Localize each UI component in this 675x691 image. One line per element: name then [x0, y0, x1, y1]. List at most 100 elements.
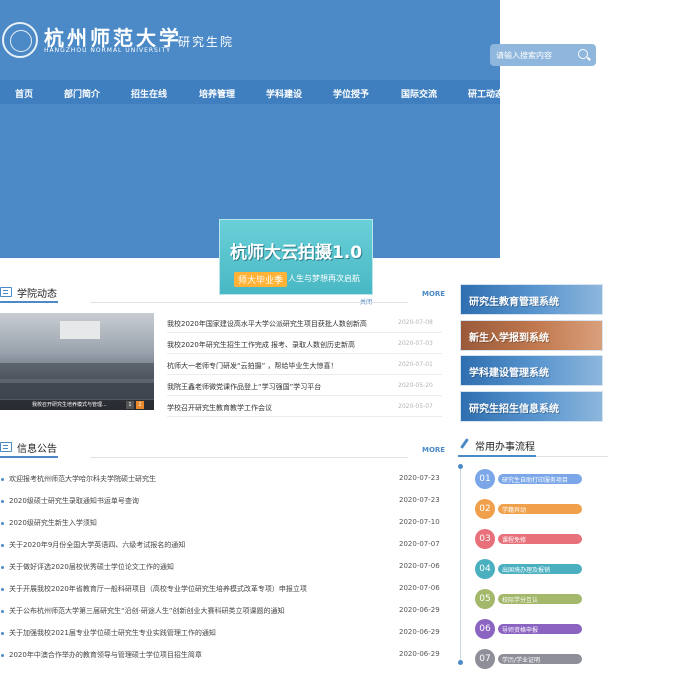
- admissions-info-system-button[interactable]: 研究生招生信息系统: [460, 391, 603, 422]
- news-item-date: 2020-05-20: [398, 382, 433, 389]
- step-label-bar: 学籍异动: [498, 504, 582, 514]
- notices-icon: [0, 442, 12, 452]
- news-item-date: 2020-07-01: [398, 361, 433, 368]
- step-label-bar: 课程免修: [498, 534, 582, 544]
- step-number: 07: [475, 649, 495, 669]
- notice-item[interactable]: 关于2020年9月份全国大学英语四、六级考试报名的通知 2020-07-07: [0, 536, 446, 558]
- pencil-icon: [458, 438, 470, 450]
- nav-item-discipline[interactable]: 学科建设: [266, 87, 302, 100]
- notice-item[interactable]: 关于公布杭州师范大学第三届研究生“沿创·研途人生”创新创业大赛科研类立项课题的通…: [0, 602, 446, 624]
- nav-item-department[interactable]: 部门简介: [64, 87, 100, 100]
- notice-item[interactable]: 关于加强我校2021届专业学位硕士研究生专业实践管理工作的通知 2020-06-…: [0, 624, 446, 646]
- nav-item-degree[interactable]: 学位授予: [333, 87, 369, 100]
- notice-title[interactable]: 欢迎报考杭州师范大学哈尔科夫学院硕士研究生: [9, 474, 156, 484]
- notice-date: 2020-06-29: [399, 628, 440, 636]
- university-logo[interactable]: 杭州师范大学 HANGZHOU NORMAL UNIVERSITY: [2, 20, 179, 60]
- system-button-label: 新生入学报到系统: [469, 333, 549, 344]
- news-item[interactable]: 学校召开研究生教育教学工作会议 2020-05-07: [167, 397, 442, 417]
- timeline-dot: [458, 464, 463, 469]
- university-seal-icon: [2, 22, 38, 58]
- nav-item-news[interactable]: 研工动态: [468, 87, 500, 100]
- photo-audience-row: [0, 363, 154, 379]
- notice-item[interactable]: 2020级硕士研究生录取通知书运单号查询 2020-07-23: [0, 492, 446, 514]
- bullet-icon: [1, 610, 4, 613]
- step-number: 01: [475, 469, 495, 489]
- process-heading-underline: [458, 455, 536, 457]
- system-button-label: 学科建设管理系统: [469, 368, 549, 379]
- notice-title[interactable]: 关于2020年9月份全国大学英语四、六级考试报名的通知: [9, 540, 185, 550]
- process-timeline: [460, 467, 461, 665]
- ad-title: 杭师大云拍摄1.0: [230, 243, 363, 263]
- notice-title[interactable]: 2020级研究生新生入学须知: [9, 518, 97, 528]
- news-item[interactable]: 杭师大一老师专门研发“云拍摄” ，帮给毕业生大惊喜！ 2020-07-01: [167, 355, 442, 375]
- news-item-title[interactable]: 我校2020年研究生招生工作完成 报考、录取人数创历史新高: [167, 340, 355, 350]
- nav-item-international[interactable]: 国际交流: [401, 87, 437, 100]
- news-more-link[interactable]: MORE: [422, 290, 445, 298]
- notice-title[interactable]: 关于做好评选2020届校优秀硕士学位论文工作的通知: [9, 562, 174, 572]
- notice-title[interactable]: 关于开展我校2020年省教育厅一般科研项目（高校专业学位研究生培养模式改革专项）…: [9, 584, 307, 594]
- photo-pager-1[interactable]: 1: [126, 401, 134, 409]
- news-item-date: 2020-07-08: [398, 319, 433, 326]
- news-item-title[interactable]: 我院王鑫老师微党课作品登上“学习强国”学习平台: [167, 382, 321, 392]
- step-label: 导师资格申报: [502, 627, 539, 634]
- news-item-title[interactable]: 我校2020年国家建设高水平大学公派研究生项目获批人数创新高: [167, 319, 367, 329]
- news-heading: 学院动态: [17, 289, 57, 300]
- news-item[interactable]: 我校2020年国家建设高水平大学公派研究生项目获批人数创新高 2020-07-0…: [167, 313, 442, 333]
- page: 杭州师范大学 HANGZHOU NORMAL UNIVERSITY 研究生院 首…: [0, 0, 675, 691]
- discipline-management-system-button[interactable]: 学科建设管理系统: [460, 355, 603, 386]
- photo-caption-text: 我校召开研究生培养模式与管理...: [32, 402, 107, 408]
- step-label-bar: 学历/学业证明: [498, 654, 582, 664]
- notice-item[interactable]: 2020级研究生新生入学须知 2020-07-10: [0, 514, 446, 536]
- bullet-icon: [1, 500, 4, 503]
- notice-title[interactable]: 关于加强我校2021届专业学位硕士研究生专业实践管理工作的通知: [9, 628, 216, 638]
- photo-audience-row: [0, 383, 154, 399]
- step-label: 研究生自助打印服务项目: [502, 477, 569, 484]
- news-item-title[interactable]: 学校召开研究生教育教学工作会议: [167, 403, 272, 413]
- photo-projector-screen: [60, 321, 100, 339]
- step-label: 学籍异动: [502, 507, 527, 514]
- notice-date: 2020-07-23: [399, 474, 440, 482]
- bullet-icon: [1, 566, 4, 569]
- notice-date: 2020-06-29: [399, 606, 440, 614]
- news-photo[interactable]: 我校召开研究生培养模式与管理... 1 2: [0, 313, 154, 410]
- step-label: 校际学分互认: [502, 597, 539, 604]
- nav-item-home[interactable]: 首页: [15, 87, 33, 100]
- notice-item[interactable]: 欢迎报考杭州师范大学哈尔科夫学院硕士研究生 2020-07-23: [0, 470, 446, 492]
- process-heading-divider: [536, 456, 608, 457]
- notice-date: 2020-07-10: [399, 518, 440, 526]
- news-item[interactable]: 我校2020年研究生招生工作完成 报考、录取人数创历史新高 2020-07-03: [167, 334, 442, 354]
- step-number: 02: [475, 499, 495, 519]
- photo-pager-2[interactable]: 2: [136, 401, 144, 409]
- floating-ad[interactable]: 杭师大云拍摄1.0 师大毕业季 人生与梦想再次启航: [219, 219, 373, 295]
- notice-item[interactable]: 关于开展我校2020年省教育厅一般科研项目（高校专业学位研究生培养模式改革专项）…: [0, 580, 446, 602]
- freshman-registration-system-button[interactable]: 新生入学报到系统: [460, 320, 603, 351]
- notice-item[interactable]: 2020年中澳合作举办的教育领导与管理硕士学位项目招生简章 2020-06-29: [0, 646, 446, 668]
- notice-item[interactable]: 关于做好评选2020届校优秀硕士学位论文工作的通知 2020-07-06: [0, 558, 446, 580]
- nav-item-training[interactable]: 培养管理: [199, 87, 235, 100]
- news-item-title[interactable]: 杭师大一老师专门研发“云拍摄” ，帮给毕业生大惊喜！: [167, 361, 337, 371]
- notice-title[interactable]: 2020级硕士研究生录取通知书运单号查询: [9, 496, 139, 506]
- system-button-label: 研究生招生信息系统: [469, 404, 559, 415]
- news-section-heading: 学院动态: [0, 285, 444, 303]
- news-heading-underline: [0, 301, 58, 303]
- notices-more-link[interactable]: MORE: [422, 446, 445, 454]
- graduate-education-system-button[interactable]: 研究生教育管理系统: [460, 284, 603, 315]
- step-label: 课程免修: [502, 537, 527, 544]
- notice-title[interactable]: 2020年中澳合作举办的教育领导与管理硕士学位项目招生简章: [9, 650, 202, 660]
- step-label: 学历/学业证明: [502, 657, 541, 664]
- bullet-icon: [1, 522, 4, 525]
- timeline-dot: [458, 660, 463, 665]
- site-subtitle: 研究生院: [178, 35, 235, 49]
- step-number: 06: [475, 619, 495, 639]
- step-label-bar: 出国境办理及报销: [498, 564, 582, 574]
- news-item[interactable]: 我院王鑫老师微党课作品登上“学习强国”学习平台 2020-05-20: [167, 376, 442, 396]
- bullet-icon: [1, 632, 4, 635]
- search-input[interactable]: [496, 47, 576, 63]
- notice-title[interactable]: 关于公布杭州师范大学第三届研究生“沿创·研途人生”创新创业大赛科研类立项课题的通…: [9, 606, 284, 616]
- process-heading: 常用办事流程: [475, 442, 535, 453]
- search-icon[interactable]: [578, 49, 588, 59]
- nav-item-admissions[interactable]: 招生在线: [131, 87, 167, 100]
- news-item-date: 2020-07-03: [398, 340, 433, 347]
- notices-section-heading: 信息公告: [0, 440, 444, 458]
- bullet-icon: [1, 654, 4, 657]
